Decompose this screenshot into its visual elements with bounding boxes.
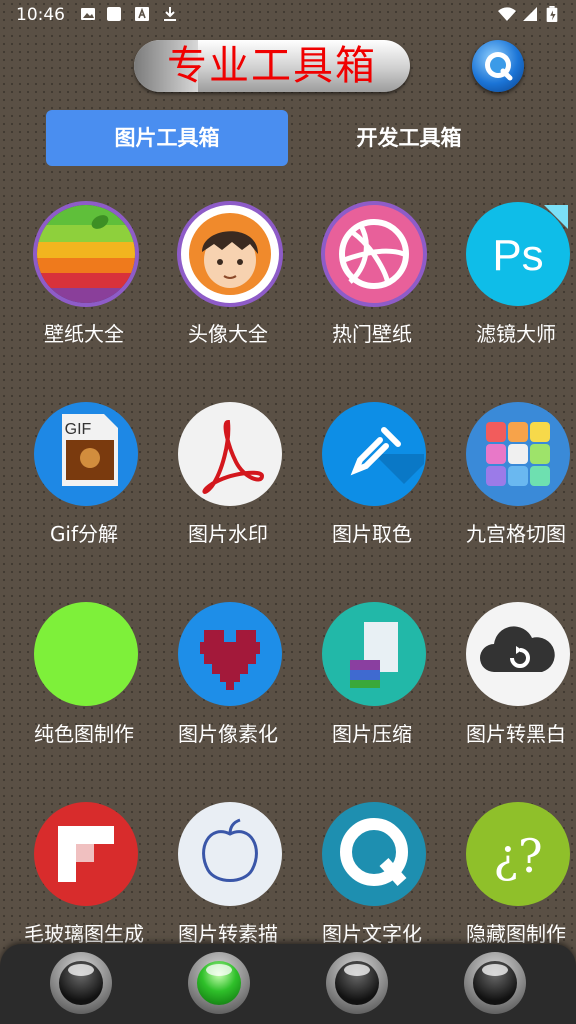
svg-text:Ps: Ps: [492, 231, 543, 280]
tool-solid-color[interactable]: 纯色图制作: [12, 600, 156, 760]
tool-label: 隐藏图制作: [466, 922, 566, 946]
acrobat-icon: [178, 402, 282, 506]
eyedropper-icon: [322, 402, 426, 506]
nav-button-3[interactable]: [326, 952, 388, 1014]
tool-label: Gif分解: [49, 522, 119, 546]
avatar-face-icon: [177, 201, 283, 307]
status-time: 10:46: [16, 5, 65, 25]
tool-grayscale[interactable]: 图片转黑白: [444, 600, 576, 760]
header: 专业工具箱: [0, 36, 576, 96]
tool-sketch[interactable]: 图片转素描: [156, 800, 300, 960]
pixel-heart-icon: [178, 602, 282, 706]
battery-icon: [546, 6, 558, 22]
tool-color-picker[interactable]: 图片取色: [300, 400, 444, 560]
tool-hot-wallpapers[interactable]: 热门壁纸: [300, 200, 444, 360]
tool-watermark[interactable]: 图片水印: [156, 400, 300, 560]
search-button[interactable]: [472, 40, 524, 92]
tool-label: 图片文字化: [322, 922, 422, 946]
tool-avatars[interactable]: 头像大全: [156, 200, 300, 360]
nav-button-2[interactable]: [188, 952, 250, 1014]
image-notification-icon: [81, 8, 95, 20]
tool-pixelate[interactable]: 图片像素化: [156, 600, 300, 760]
peach-sketch-icon: [178, 802, 282, 906]
tool-gif-split[interactable]: GIF Gif分解: [12, 400, 156, 560]
tool-label: 图片取色: [332, 522, 412, 546]
tab-bar: 图片工具箱 开发工具箱: [0, 110, 576, 166]
ps-icon: Ps: [466, 202, 570, 306]
svg-text:¿?: ¿?: [493, 829, 542, 883]
nav-button-1[interactable]: [50, 952, 112, 1014]
gif-label: GIF: [65, 421, 92, 438]
tool-label: 九宫格切图: [466, 522, 566, 546]
tool-filter-master[interactable]: Ps 滤镜大师: [444, 200, 576, 360]
page-title: 专业工具箱: [167, 43, 377, 89]
tool-label: 壁纸大全: [44, 322, 124, 346]
compress-archive-icon: [322, 602, 426, 706]
gif-file-icon: GIF: [34, 402, 138, 506]
tab-dev-tools[interactable]: 开发工具箱: [288, 110, 530, 166]
tool-wallpapers[interactable]: 壁纸大全: [12, 200, 156, 360]
tool-label: 纯色图制作: [34, 722, 134, 746]
tool-label: 头像大全: [188, 322, 268, 346]
tool-label: 图片像素化: [178, 722, 278, 746]
tool-compress[interactable]: 图片压缩: [300, 600, 444, 760]
square-notification-icon: [107, 7, 121, 21]
status-bar: 10:46: [0, 0, 576, 30]
question-marks-icon: ¿?: [466, 802, 570, 906]
tool-label: 图片转素描: [178, 922, 278, 946]
tool-label: 滤镜大师: [476, 322, 556, 346]
apple-rainbow-icon: [33, 201, 139, 307]
tool-label: 热门壁纸: [332, 322, 412, 346]
cloud-sync-icon: [466, 602, 570, 706]
wifi-icon: [498, 7, 516, 21]
search-icon: [485, 52, 513, 81]
download-icon: [164, 7, 176, 21]
tool-frosted-glass[interactable]: 毛玻璃图生成: [12, 800, 156, 960]
dribbble-ball-icon: [321, 201, 427, 307]
tool-label: 图片水印: [188, 522, 268, 546]
tool-hidden-image[interactable]: ¿? 隐藏图制作: [444, 800, 576, 960]
q-letter-icon: [322, 802, 426, 906]
bottom-nav: [0, 944, 576, 1024]
solid-color-icon: [34, 602, 138, 706]
tool-nine-grid[interactable]: 九宫格切图: [444, 400, 576, 560]
tab-image-tools[interactable]: 图片工具箱: [46, 110, 288, 166]
tool-label: 图片转黑白: [466, 722, 566, 746]
font-notification-icon: [135, 7, 149, 21]
nav-button-4[interactable]: [464, 952, 526, 1014]
flipboard-icon: [34, 802, 138, 906]
tool-label: 毛玻璃图生成: [24, 922, 144, 946]
tool-label: 图片压缩: [332, 722, 412, 746]
tool-text-art[interactable]: 图片文字化: [300, 800, 444, 960]
signal-icon: [523, 7, 537, 21]
nine-grid-photos-icon: [466, 402, 570, 506]
